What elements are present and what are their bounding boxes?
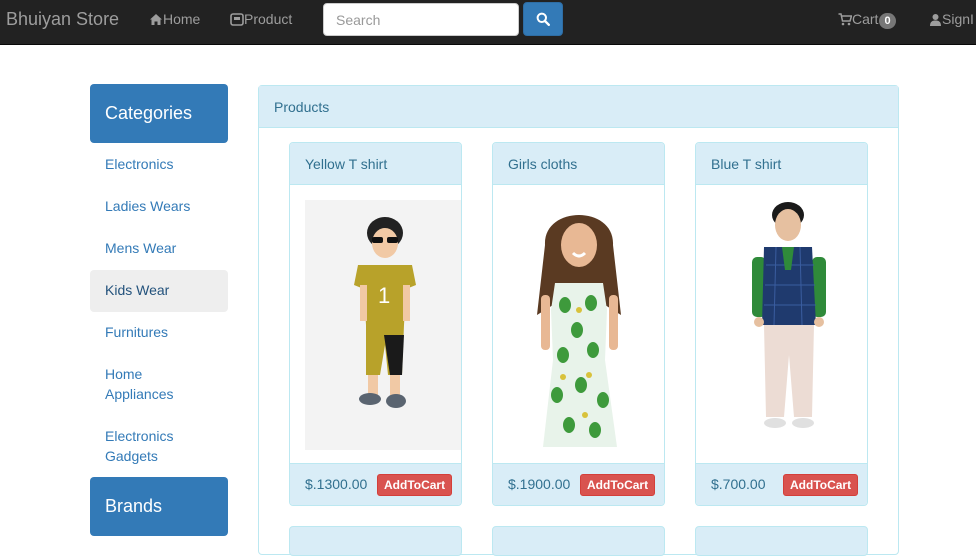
product-name[interactable]: Girls cloths (493, 143, 664, 185)
nav-signin-label: SignI (942, 11, 974, 27)
products-panel-title: Products (259, 86, 898, 128)
svg-text:1: 1 (378, 283, 390, 308)
category-item-ladies-wears[interactable]: Ladies Wears (90, 186, 228, 228)
product-image-girl-leaf-print-dress[interactable] (493, 185, 665, 465)
category-list: Electronics Ladies Wears Mens Wear Kids … (90, 144, 228, 478)
nav-cart-link[interactable]: Cart 0 (838, 11, 896, 29)
product-card-partial (289, 526, 462, 556)
navbar: Bhuiyan Store Home Product Cart0 SignI (0, 0, 976, 45)
product-card-partial (492, 526, 665, 556)
add-to-cart-button[interactable]: AddToCart (580, 474, 656, 496)
nav-home-label: Home (163, 11, 201, 27)
nav-cart-label: Cart (852, 11, 879, 27)
product-card: Girls cloths $.1900.00 AddToCart (492, 142, 665, 506)
nav-home-link[interactable]: Home (149, 11, 200, 27)
category-item-kids-wear[interactable]: Kids Wear (90, 270, 228, 312)
product-image-boy-yellow-outfit[interactable]: 1 (290, 185, 462, 465)
brands-header: Brands (90, 477, 228, 536)
product-image-boy-blue-vest[interactable] (696, 185, 868, 465)
product-icon (230, 13, 244, 26)
nav-signin-link[interactable]: SignI (929, 11, 974, 27)
product-card-partial (695, 526, 868, 556)
product-card: Yellow T shirt 1 $.1300.00 AddToCart (289, 142, 462, 506)
product-card: Blue T shirt $.700.00 AddToCart (695, 142, 868, 506)
product-footer: $.700.00 AddToCart (696, 463, 867, 505)
search-input[interactable] (323, 3, 519, 36)
search-button[interactable] (523, 2, 563, 36)
search-icon (536, 12, 550, 26)
category-item-home-appliances[interactable]: Home Appliances (90, 354, 200, 416)
product-footer: $.1300.00 AddToCart (290, 463, 461, 505)
product-price: $.700.00 (711, 476, 766, 492)
cart-icon (838, 13, 853, 26)
nav-product-label: Product (244, 11, 293, 27)
categories-header: Categories (90, 84, 228, 143)
user-icon (930, 14, 941, 26)
category-item-electronics[interactable]: Electronics (90, 144, 228, 186)
add-to-cart-button[interactable]: AddToCart (783, 474, 859, 496)
product-footer: $.1900.00 AddToCart (493, 463, 664, 505)
category-item-mens-wear[interactable]: Mens Wear (90, 228, 228, 270)
nav-product-link[interactable]: Product (230, 11, 292, 27)
product-name[interactable]: Yellow T shirt (290, 143, 461, 185)
product-price: $.1900.00 (508, 476, 571, 492)
product-name[interactable]: Blue T shirt (696, 143, 867, 185)
add-to-cart-button[interactable]: AddToCart (377, 474, 453, 496)
category-item-furnitures[interactable]: Furnitures (90, 312, 228, 354)
category-item-electronics-gadgets[interactable]: Electronics Gadgets (90, 416, 200, 478)
home-icon (150, 14, 162, 25)
product-price: $.1300.00 (305, 476, 368, 492)
brand-logo[interactable]: Bhuiyan Store (6, 9, 119, 29)
products-panel: Products Yellow T shirt 1 $.1300.00 AddT… (258, 85, 899, 556)
cart-count-badge: 0 (879, 13, 896, 29)
